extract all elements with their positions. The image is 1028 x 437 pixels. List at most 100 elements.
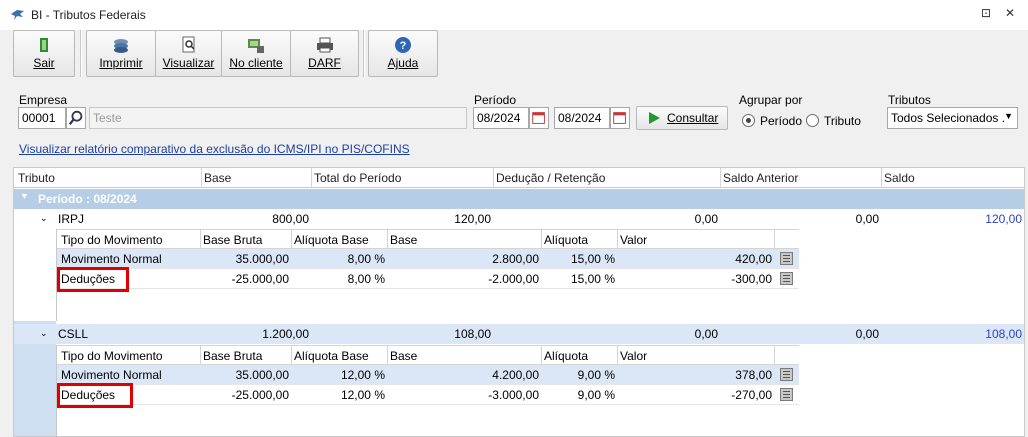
col-divider	[774, 230, 775, 249]
visualizar-label: Visualizar	[162, 56, 215, 70]
col-divider	[774, 346, 775, 365]
col-tipo-movimento[interactable]: Tipo do Movimento	[61, 233, 163, 247]
close-icon[interactable]: ✕	[1000, 6, 1020, 24]
tributo-saldo: 108,00	[985, 327, 1022, 341]
periodo-to-calendar-button[interactable]	[610, 107, 630, 129]
tributo-saldo-anterior: 0,00	[855, 212, 879, 226]
col-divider	[200, 346, 201, 365]
detail-tipo: Movimento Normal	[61, 368, 162, 382]
col-divider	[720, 168, 721, 188]
col-tributo[interactable]: Tributo	[18, 171, 55, 185]
tributo-deducao: 0,00	[694, 327, 718, 341]
empresa-label: Empresa	[19, 93, 68, 107]
calendar-icon	[613, 112, 626, 124]
svg-text:?: ?	[400, 40, 407, 52]
agrupar-periodo-label: Período	[760, 114, 803, 128]
relatorio-comparativo-link[interactable]: Visualizar relatório comparativo da excl…	[19, 142, 410, 156]
detail-valor: 378,00	[735, 368, 772, 382]
sair-button[interactable]: Sair	[13, 30, 75, 77]
col-aliquota[interactable]: Alíquota	[544, 349, 588, 363]
col-aliquota[interactable]: Alíquota	[544, 233, 588, 247]
imprimir-button[interactable]: Imprimir	[86, 30, 156, 77]
tributo-saldo: 120,00	[985, 212, 1022, 226]
no-cliente-button[interactable]: No cliente	[221, 30, 291, 77]
empresa-code-input[interactable]: 00001	[18, 107, 66, 129]
col-divider	[617, 346, 618, 365]
restore-icon[interactable]: ⊡	[976, 6, 996, 24]
tributos-grid: Tributo Base Total do Período Dedução / …	[13, 167, 1025, 437]
col-aliquota-base[interactable]: Alíquota Base	[294, 349, 369, 363]
detail-aliquota-base: 12,00 %	[340, 368, 385, 382]
detail-valor: 420,00	[735, 252, 772, 266]
calculator-icon[interactable]	[780, 388, 793, 401]
col-divider	[387, 346, 388, 365]
col-tipo-movimento[interactable]: Tipo do Movimento	[61, 349, 163, 363]
periodo-to-input[interactable]: 08/2024	[554, 107, 610, 129]
calculator-icon[interactable]	[780, 252, 793, 265]
chevron-down-icon[interactable]: ⌄	[40, 213, 48, 224]
group-row-periodo[interactable]: ▼ Período : 08/2024	[14, 189, 1024, 209]
col-base[interactable]: Base	[390, 233, 417, 247]
exit-door-icon	[40, 38, 48, 52]
group-label: Período : 08/2024	[38, 192, 137, 206]
col-divider	[311, 168, 312, 188]
visualizar-button[interactable]: Visualizar	[155, 30, 222, 77]
app-bird-icon	[11, 10, 24, 20]
search-empresa-button[interactable]	[66, 107, 86, 129]
tributos-label: Tributos	[888, 93, 931, 107]
detail-grid-csll: Tipo do Movimento Base Bruta Alíquota Ba…	[56, 345, 799, 436]
detail-tipo: Movimento Normal	[61, 252, 162, 266]
col-deducao[interactable]: Dedução / Retenção	[496, 171, 605, 185]
chevron-down-icon: ▼	[1004, 111, 1013, 121]
col-base-bruta[interactable]: Base Bruta	[203, 233, 262, 247]
darf-label: DARF	[308, 56, 341, 70]
print-coins-icon	[114, 39, 128, 53]
tributo-row-irpj[interactable]: ⌄ IRPJ 800,00 120,00 0,00 0,00 120,00	[14, 209, 1024, 229]
col-divider	[201, 168, 202, 188]
chevron-down-icon[interactable]: ⌄	[40, 328, 48, 339]
col-base-bruta[interactable]: Base Bruta	[203, 349, 262, 363]
detail-base: -2.000,00	[488, 272, 539, 286]
col-saldo-anterior[interactable]: Saldo Anterior	[723, 171, 798, 185]
tributo-name: IRPJ	[58, 212, 85, 226]
calculator-icon[interactable]	[780, 272, 793, 285]
col-aliquota-base[interactable]: Alíquota Base	[294, 233, 369, 247]
ajuda-button[interactable]: ? Ajuda	[368, 30, 438, 77]
sair-label: Sair	[33, 56, 55, 70]
periodo-from-calendar-button[interactable]	[529, 107, 549, 129]
detail-row[interactable]: Movimento Normal 35.000,00 8,00 % 2.800,…	[57, 249, 799, 269]
col-divider	[291, 346, 292, 365]
title-bar: BI - Tributos Federais ⊡ ✕	[0, 0, 1028, 30]
periodo-from-input[interactable]: 08/2024	[473, 107, 529, 129]
agrupar-tributo-radio[interactable]	[806, 114, 819, 127]
detail-row[interactable]: Deduções -25.000,00 12,00 % -3.000,00 9,…	[57, 385, 799, 405]
detail-aliquota-base: 8,00 %	[347, 272, 385, 286]
help-icon: ?	[395, 37, 411, 53]
collapse-group-icon[interactable]: ▼	[20, 191, 29, 201]
detail-row[interactable]: Deduções -25.000,00 8,00 % -2.000,00 15,…	[57, 269, 799, 289]
col-valor[interactable]: Valor	[620, 233, 647, 247]
detail-aliquota: 9,00 %	[577, 368, 615, 382]
search-icon	[68, 110, 83, 126]
tributo-row-csll[interactable]: ⌄ CSLL 1.200,00 108,00 0,00 0,00 108,00	[14, 324, 1024, 344]
consultar-button[interactable]: Consultar	[636, 106, 728, 130]
col-valor[interactable]: Valor	[620, 349, 647, 363]
tributos-select[interactable]: Todos Selecionados . ▼	[887, 107, 1018, 129]
calendar-icon	[532, 112, 545, 124]
darf-button[interactable]: DARF	[290, 30, 359, 77]
detail-base-bruta: 35.000,00	[235, 252, 289, 266]
col-saldo[interactable]: Saldo	[884, 171, 915, 185]
ajuda-label: Ajuda	[387, 56, 419, 70]
col-total-periodo[interactable]: Total do Período	[314, 171, 401, 185]
col-base[interactable]: Base	[204, 171, 231, 185]
col-divider	[617, 230, 618, 249]
detail-base: -3.000,00	[488, 388, 539, 402]
agrupar-periodo-radio[interactable]	[742, 114, 755, 127]
col-divider	[881, 168, 882, 188]
calculator-icon[interactable]	[780, 368, 793, 381]
highlight-box	[57, 383, 133, 408]
imprimir-label: Imprimir	[99, 56, 143, 70]
detail-row[interactable]: Movimento Normal 35.000,00 12,00 % 4.200…	[57, 365, 799, 385]
tributos-selected-value: Todos Selecionados .	[891, 111, 1006, 125]
col-base[interactable]: Base	[390, 349, 417, 363]
